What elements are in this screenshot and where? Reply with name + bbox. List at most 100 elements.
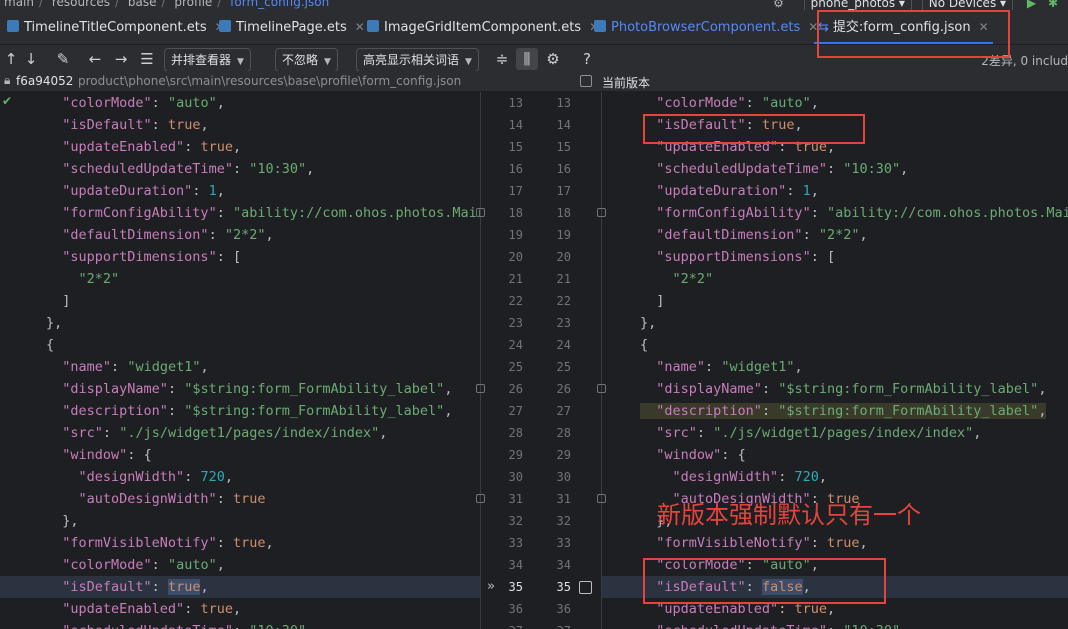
run-config-dropdown[interactable]: phone_photos ▾	[803, 0, 912, 10]
code-line: "defaultDimension": "2*2",	[62, 227, 274, 243]
tab-label: TimelineTitleComponent.ets	[24, 20, 207, 35]
breadcrumb-item[interactable]: profile	[174, 0, 212, 9]
tab-label: ImageGridItemComponent.ets	[384, 20, 582, 35]
whitespace-dropdown[interactable]: 不忽略 ▼	[275, 48, 338, 72]
line-number-left: 21	[508, 272, 523, 286]
code-line: "description": "$string:form_FormAbility…	[602, 400, 1068, 422]
breadcrumb-current[interactable]: form_config.json	[230, 0, 329, 9]
right-code-pane[interactable]: "colorMode": "auto", "isDefault": true, …	[602, 92, 1068, 629]
line-number-right: 36	[556, 602, 571, 616]
code-line: "window": {	[656, 447, 746, 463]
code-line: "updateEnabled": true,	[62, 601, 242, 617]
code-line: ]	[640, 293, 665, 309]
code-line: "scheduledUpdateTime": "10:30",	[656, 161, 909, 177]
annotation-note: 新版本强制默认只有一个	[657, 501, 921, 529]
viewer-mode-label: 并排查看器	[171, 53, 232, 67]
tab-label: TimelinePage.ets	[236, 20, 347, 35]
line-number-right: 15	[556, 140, 571, 154]
run-icon[interactable]: ▶	[1027, 0, 1036, 10]
code-line: "formConfigAbility": "ability://com.ohos…	[656, 205, 1068, 221]
ets-file-icon	[594, 20, 606, 32]
menu-icon[interactable]: ☰	[136, 45, 158, 73]
line-number-left: 36	[508, 602, 523, 616]
tab-timelinetitlecomponent[interactable]: TimelineTitleComponent.ets✕	[6, 10, 225, 44]
code-line: "displayName": "$string:form_FormAbility…	[656, 381, 1047, 397]
file-path-row: 🔒︎ f6a94052 product\phone\src\main\resou…	[0, 71, 1068, 91]
breadcrumb-item[interactable]: main	[4, 0, 34, 9]
left-code-pane[interactable]: "colorMode": "auto", "isDefault": true, …	[0, 92, 480, 629]
gear-icon[interactable]: ⚙	[773, 0, 784, 10]
tab-imagegriditemcomponent[interactable]: ImageGridItemComponent.ets✕	[366, 10, 599, 44]
code-line: "designWidth": 720,	[78, 469, 233, 485]
code-line: "autoDesignWidth": true	[78, 491, 266, 507]
close-icon[interactable]: ✕	[355, 20, 365, 34]
code-line: "updateEnabled": true,	[62, 139, 242, 155]
line-number-left: 22	[508, 294, 523, 308]
line-number-right: 18	[556, 206, 571, 220]
arrow-right-icon[interactable]: →	[110, 45, 132, 73]
ets-file-icon	[219, 20, 231, 32]
breadcrumb-item[interactable]: resources	[52, 0, 110, 9]
line-number-left: 17	[508, 184, 523, 198]
current-version-checkbox[interactable]	[580, 75, 592, 87]
line-number-right: 13	[556, 96, 571, 110]
line-number-right: 35	[556, 580, 571, 594]
annotation-box-isdefault-false	[643, 558, 886, 604]
code-line: "src": "./js/widget1/pages/index/index",	[656, 425, 982, 441]
run-config-label: phone_photos	[810, 0, 896, 10]
diff-editor: "colorMode": "auto", "isDefault": true, …	[0, 92, 1068, 629]
help-icon[interactable]: ?	[576, 45, 598, 73]
code-line: "window": {	[62, 447, 152, 463]
code-line: "supportDimensions": [	[656, 249, 836, 265]
code-line: "2*2"	[672, 271, 714, 287]
arrow-left-icon[interactable]: ←	[84, 45, 106, 73]
fold-icon[interactable]	[476, 384, 485, 393]
code-line: "isDefault": true,	[0, 576, 480, 598]
line-number-left: 27	[508, 404, 523, 418]
code-line: "formVisibleNotify": true,	[62, 535, 274, 551]
fold-icon[interactable]	[476, 208, 485, 217]
code-line: "scheduledUpdateTime": "10:30",	[602, 620, 1068, 629]
code-line: },	[46, 513, 79, 529]
line-number-right: 28	[556, 426, 571, 440]
revision-hash: f6a94052	[16, 74, 74, 88]
line-number-right: 27	[556, 404, 571, 418]
tab-timelinepage[interactable]: TimelinePage.ets ✕	[218, 10, 365, 44]
tab-photobrowsercomponent[interactable]: PhotoBrowserComponent.ets ✕	[593, 10, 818, 44]
code-line: "updateDuration": 1,	[656, 183, 819, 199]
chevron-down-icon: ▼	[237, 57, 244, 67]
line-number-left: 29	[508, 448, 523, 462]
code-line: "colorMode": "auto",	[62, 557, 225, 573]
include-change-checkbox[interactable]	[579, 581, 592, 594]
check-icon: ✔	[2, 94, 13, 108]
code-line: "2*2"	[78, 271, 120, 287]
line-number-right: 24	[556, 338, 571, 352]
viewer-mode-dropdown[interactable]: 并排查看器 ▼	[164, 48, 251, 72]
arrow-up-icon[interactable]: ↑	[0, 45, 22, 73]
line-number-left: 37	[481, 620, 523, 629]
fold-icon[interactable]	[476, 494, 485, 503]
line-number-right: 31	[556, 492, 571, 506]
edit-icon[interactable]: ✎	[52, 45, 74, 73]
device-dropdown[interactable]: No Devices ▾	[921, 0, 1014, 10]
highlight-dropdown[interactable]: 高亮显示相关词语 ▼	[356, 48, 479, 72]
line-number-right: 33	[556, 536, 571, 550]
breadcrumb-item[interactable]: base	[128, 0, 157, 9]
line-number-left: 25	[508, 360, 523, 374]
arrow-down-icon[interactable]: ↓	[20, 45, 42, 73]
line-number-right: 22	[556, 294, 571, 308]
sync-scroll-icon[interactable]: ⫼	[516, 48, 538, 70]
navigation-bar: main / resources / base / profile / form_con…	[0, 0, 1068, 10]
code-line: "supportDimensions": [	[62, 249, 242, 265]
code-line: "colorMode": "auto",	[62, 95, 225, 111]
code-line: "colorMode": "auto",	[656, 95, 819, 111]
debug-icon[interactable]: ✱	[1048, 0, 1058, 10]
code-line: "formVisibleNotify": true,	[656, 535, 868, 551]
line-number-left: 33	[508, 536, 523, 550]
apply-change-icon[interactable]: »	[487, 576, 495, 598]
annotation-box-isdefault-true	[643, 114, 865, 144]
settings-icon[interactable]: ⚙	[542, 45, 564, 73]
code-line: "updateDuration": 1,	[62, 183, 225, 199]
collapse-unchanged-icon[interactable]: ≑	[491, 45, 513, 73]
line-number-right: 26	[556, 382, 571, 396]
